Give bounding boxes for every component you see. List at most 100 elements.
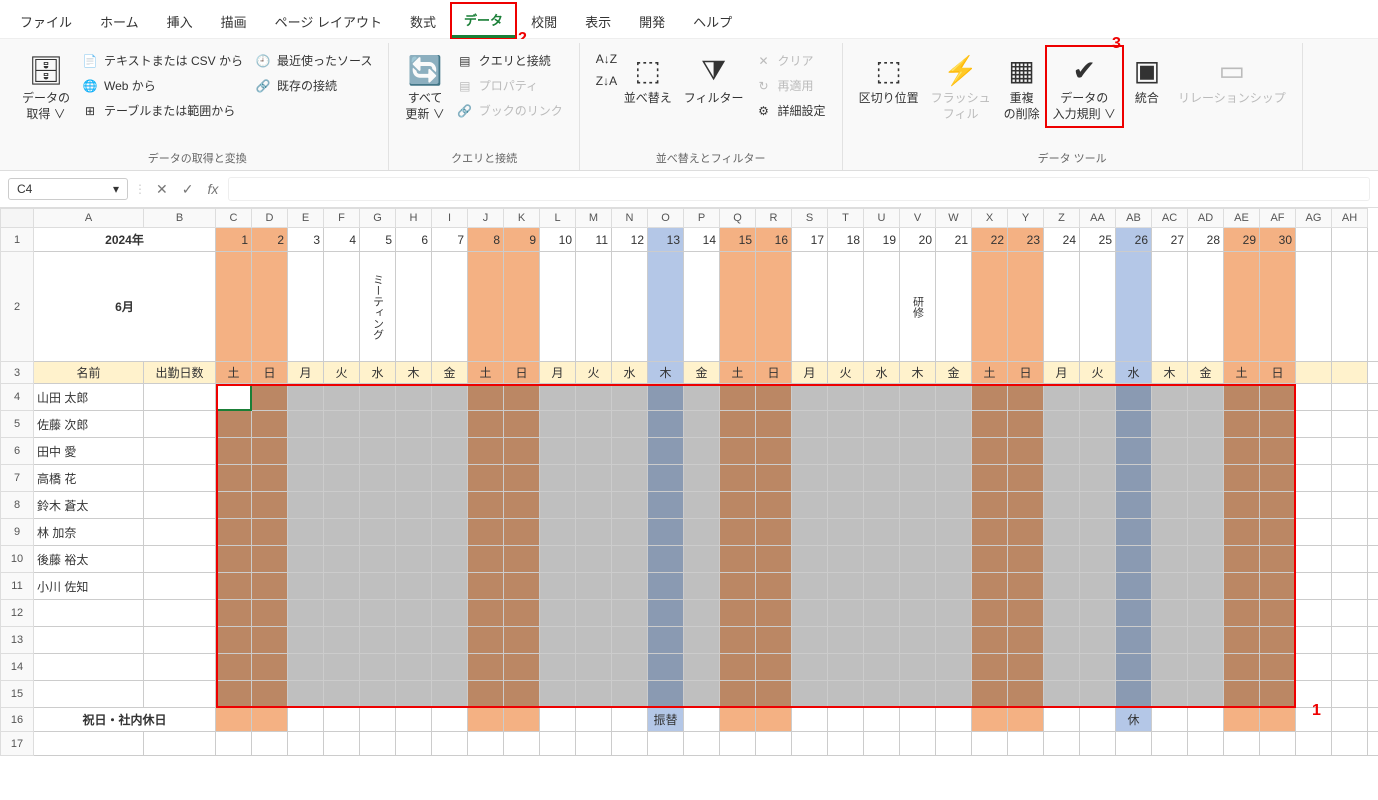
cell[interactable]	[504, 252, 540, 362]
cell[interactable]	[684, 708, 720, 732]
cell[interactable]	[900, 384, 936, 411]
column-header[interactable]: AB	[1116, 208, 1152, 228]
cell[interactable]	[216, 573, 252, 600]
cell[interactable]	[324, 732, 360, 756]
cell[interactable]	[504, 708, 540, 732]
cell[interactable]	[468, 708, 504, 732]
cell[interactable]	[1044, 708, 1080, 732]
cell[interactable]	[396, 600, 432, 627]
cell[interactable]: 19	[864, 228, 900, 252]
cell[interactable]	[1296, 411, 1332, 438]
cell[interactable]	[648, 438, 684, 465]
cell[interactable]	[1152, 519, 1188, 546]
cell[interactable]	[576, 708, 612, 732]
cell[interactable]	[144, 681, 216, 708]
column-header[interactable]: F	[324, 208, 360, 228]
cell[interactable]	[792, 519, 828, 546]
cell[interactable]	[252, 384, 288, 411]
cell[interactable]: 10	[540, 228, 576, 252]
cell[interactable]	[216, 546, 252, 573]
cell[interactable]	[900, 492, 936, 519]
cell[interactable]	[864, 573, 900, 600]
cell[interactable]	[288, 438, 324, 465]
cell[interactable]	[1224, 252, 1260, 362]
cell[interactable]	[1008, 384, 1044, 411]
column-header[interactable]: K	[504, 208, 540, 228]
cell[interactable]	[972, 654, 1008, 681]
cell[interactable]	[1188, 252, 1224, 362]
cell[interactable]	[252, 546, 288, 573]
cell[interactable]	[1224, 573, 1260, 600]
cell[interactable]	[1008, 681, 1044, 708]
cell[interactable]	[360, 465, 396, 492]
cell[interactable]	[252, 492, 288, 519]
cell[interactable]	[576, 465, 612, 492]
cancel-icon[interactable]: ✕	[152, 181, 172, 198]
cell[interactable]	[1260, 708, 1296, 732]
cell[interactable]	[288, 573, 324, 600]
cell[interactable]	[1080, 708, 1116, 732]
cell[interactable]: 後藤 裕太	[34, 546, 144, 573]
cell[interactable]	[252, 252, 288, 362]
cell[interactable]	[144, 438, 216, 465]
cell[interactable]	[1224, 465, 1260, 492]
cell[interactable]	[216, 732, 252, 756]
cell[interactable]	[468, 732, 504, 756]
cell[interactable]	[144, 411, 216, 438]
cell[interactable]	[936, 573, 972, 600]
cell[interactable]	[1332, 546, 1368, 573]
cell[interactable]	[540, 492, 576, 519]
cell[interactable]	[1296, 546, 1332, 573]
cell[interactable]	[324, 492, 360, 519]
cell[interactable]: 29	[1224, 228, 1260, 252]
cell[interactable]	[1152, 654, 1188, 681]
cell[interactable]	[1080, 681, 1116, 708]
cell[interactable]: 8	[468, 228, 504, 252]
cell[interactable]	[684, 519, 720, 546]
cell[interactable]	[540, 732, 576, 756]
cell[interactable]	[612, 681, 648, 708]
cell[interactable]	[972, 600, 1008, 627]
cell[interactable]	[648, 492, 684, 519]
cell[interactable]	[828, 681, 864, 708]
menu-tab[interactable]: 開発	[627, 6, 677, 37]
cell[interactable]: 28	[1188, 228, 1224, 252]
cell[interactable]	[936, 627, 972, 654]
cell[interactable]	[396, 438, 432, 465]
cell[interactable]	[792, 627, 828, 654]
cell[interactable]	[792, 438, 828, 465]
cell[interactable]	[360, 411, 396, 438]
column-header[interactable]: AC	[1152, 208, 1188, 228]
cell[interactable]: 木	[648, 362, 684, 384]
cell[interactable]	[252, 627, 288, 654]
cell[interactable]	[1332, 600, 1368, 627]
cell[interactable]	[1080, 465, 1116, 492]
cell[interactable]	[648, 519, 684, 546]
cell[interactable]	[34, 681, 144, 708]
cell[interactable]	[756, 600, 792, 627]
cell[interactable]: 休	[1116, 708, 1152, 732]
cell[interactable]	[540, 654, 576, 681]
cell[interactable]	[1224, 600, 1260, 627]
cell[interactable]	[216, 654, 252, 681]
cell[interactable]: 2	[252, 228, 288, 252]
cell[interactable]	[1044, 627, 1080, 654]
cell[interactable]	[900, 627, 936, 654]
cell[interactable]	[468, 681, 504, 708]
cell[interactable]	[1008, 573, 1044, 600]
formula-input[interactable]	[228, 177, 1370, 201]
cell[interactable]	[34, 732, 144, 756]
cell[interactable]	[720, 654, 756, 681]
cell[interactable]	[972, 681, 1008, 708]
cell[interactable]	[1368, 228, 1378, 252]
cell[interactable]	[1152, 732, 1188, 756]
column-header[interactable]: A	[34, 208, 144, 228]
cell[interactable]	[324, 438, 360, 465]
cell[interactable]	[1188, 708, 1224, 732]
cell[interactable]	[1044, 600, 1080, 627]
cell[interactable]	[864, 252, 900, 362]
cell[interactable]: 田中 愛	[34, 438, 144, 465]
cell[interactable]	[1116, 600, 1152, 627]
cell[interactable]	[612, 600, 648, 627]
cell[interactable]	[432, 627, 468, 654]
